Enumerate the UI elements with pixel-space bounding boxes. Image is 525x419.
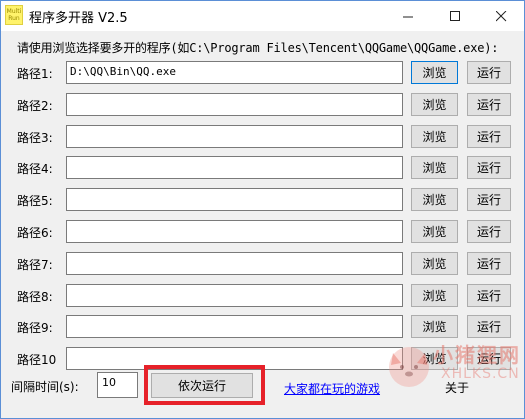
path-input-9[interactable] [66, 315, 403, 338]
run-button-5[interactable]: 运行 [467, 188, 511, 211]
minimize-button[interactable] [385, 1, 431, 31]
run-button-3[interactable]: 运行 [467, 125, 511, 148]
path-label-7: 路径7: [17, 258, 53, 272]
path-input-7[interactable] [66, 252, 403, 275]
interval-input[interactable]: 10 [97, 372, 138, 398]
title-bar[interactable]: Multi Run 程序多开器 V2.5 [1, 1, 524, 31]
path-label-8: 路径8: [17, 290, 53, 304]
window-title: 程序多开器 V2.5 [29, 11, 128, 26]
app-icon: Multi Run [5, 5, 23, 25]
browse-button-3[interactable]: 浏览 [411, 125, 458, 148]
sequential-run-button[interactable]: 依次运行 [151, 373, 253, 398]
path-input-1[interactable]: D:\QQ\Bin\QQ.exe [66, 61, 403, 84]
about-button[interactable]: 关于 [434, 375, 480, 399]
minimize-icon [402, 16, 413, 17]
path-label-5: 路径5: [17, 194, 53, 208]
main-panel: 请使用浏览选择要多开的程序(如C:\Program Files\Tencent\… [1, 31, 524, 418]
path-input-8[interactable] [66, 284, 403, 307]
run-button-7[interactable]: 运行 [467, 252, 511, 275]
browse-button-7[interactable]: 浏览 [411, 252, 458, 275]
run-button-10[interactable]: 运行 [467, 347, 511, 370]
path-label-10: 路径10 [17, 353, 57, 367]
path-input-5[interactable] [66, 188, 403, 211]
close-button[interactable] [478, 1, 524, 31]
path-input-4[interactable] [66, 156, 403, 179]
path-label-3: 路径3: [17, 131, 53, 145]
browse-button-2[interactable]: 浏览 [411, 93, 458, 116]
path-input-3[interactable] [66, 125, 403, 148]
browse-button-8[interactable]: 浏览 [411, 284, 458, 307]
path-label-2: 路径2: [17, 99, 53, 113]
instruction-label: 请使用浏览选择要多开的程序(如C:\Program Files\Tencent\… [17, 41, 499, 55]
app-window: Multi Run 程序多开器 V2.5 请使用浏览选择要多开的程序(如C:\P… [0, 0, 525, 419]
run-button-4[interactable]: 运行 [467, 156, 511, 179]
path-label-4: 路径4: [17, 162, 53, 176]
run-button-6[interactable]: 运行 [467, 220, 511, 243]
interval-label: 间隔时间(s): [11, 380, 79, 394]
close-icon [495, 10, 506, 21]
browse-button-1[interactable]: 浏览 [411, 61, 458, 84]
path-label-9: 路径9: [17, 321, 53, 335]
path-label-1: 路径1: [17, 67, 53, 81]
path-input-6[interactable] [66, 220, 403, 243]
path-input-2[interactable] [66, 93, 403, 116]
run-button-1[interactable]: 运行 [467, 61, 511, 84]
run-button-9[interactable]: 运行 [467, 315, 511, 338]
browse-button-4[interactable]: 浏览 [411, 156, 458, 179]
browse-button-10[interactable]: 浏览 [411, 347, 458, 370]
maximize-button[interactable] [432, 1, 478, 31]
maximize-icon [449, 10, 460, 21]
browse-button-9[interactable]: 浏览 [411, 315, 458, 338]
path-label-6: 路径6: [17, 226, 53, 240]
run-button-2[interactable]: 运行 [467, 93, 511, 116]
browse-button-5[interactable]: 浏览 [411, 188, 458, 211]
games-link[interactable]: 大家都在玩的游戏 [284, 380, 380, 397]
run-button-8[interactable]: 运行 [467, 284, 511, 307]
browse-button-6[interactable]: 浏览 [411, 220, 458, 243]
